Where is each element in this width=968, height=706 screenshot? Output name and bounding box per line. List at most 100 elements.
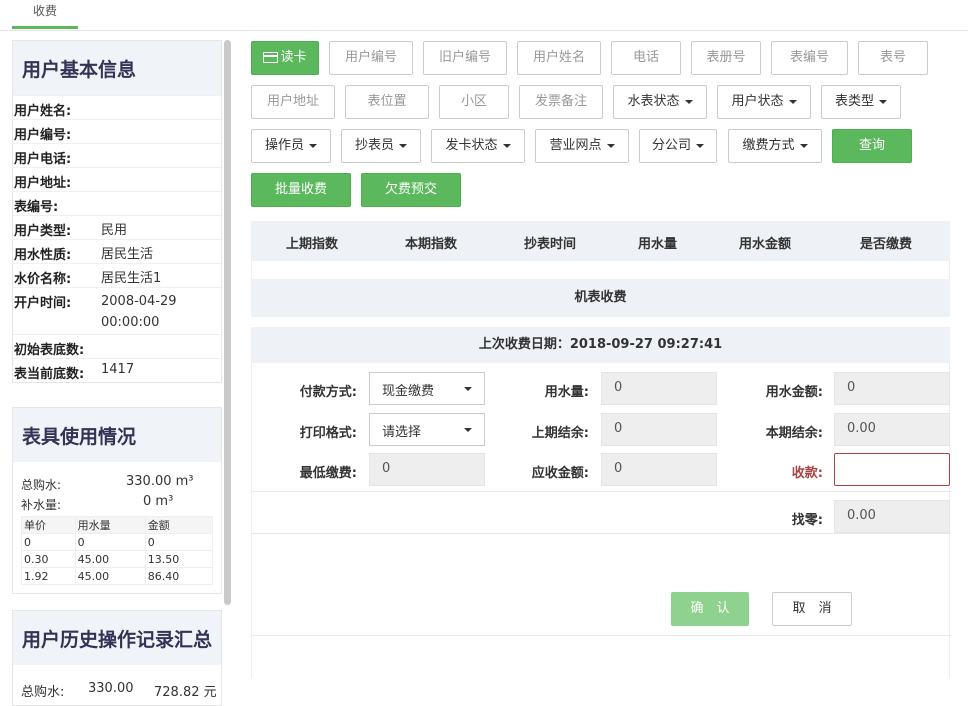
search-input[interactable]: 旧户编号: [423, 41, 507, 75]
usage-header: 金额: [144, 516, 214, 534]
form-divider: [252, 491, 951, 492]
usage-cell: 86.40: [144, 567, 214, 585]
usage-cell: 1.92: [21, 567, 76, 585]
filter-dropdown[interactable]: 用户状态: [717, 85, 811, 119]
chevron-down-icon: [309, 143, 317, 148]
table-row: 0 0 0: [21, 533, 214, 551]
usage-cell: 45.00: [74, 567, 146, 585]
print-format-select[interactable]: 请选择: [369, 413, 485, 446]
pay-method-label: 付款方式:: [299, 385, 357, 400]
chevron-down-icon: [696, 143, 704, 148]
col-prev-index: 上期指数: [286, 237, 339, 252]
meter-usage-title: 表具使用情况: [13, 408, 221, 462]
usage-table: 单价 用水量 金额 0 0 0 0.30 45.00 13.50 1.92 45…: [21, 516, 214, 585]
confirm-button[interactable]: 确 认: [671, 592, 749, 626]
search-input[interactable]: 表册号: [691, 41, 761, 75]
card-icon: [263, 52, 279, 63]
filter-dropdown[interactable]: 水表状态: [613, 85, 707, 119]
filter-dropdown[interactable]: 缴费方式: [728, 129, 822, 163]
search-input[interactable]: 用户编号: [329, 41, 413, 75]
search-input[interactable]: 电话: [611, 41, 681, 75]
chevron-down-icon: [502, 143, 511, 148]
usage-header: 单价: [21, 516, 76, 534]
filter-dropdown[interactable]: 分公司: [639, 129, 717, 163]
batch-charge-button[interactable]: 批量收费: [251, 173, 351, 207]
col-water-qty: 用水量: [638, 237, 678, 252]
info-row: 用户地址:: [13, 167, 221, 191]
sidebar-scrollbar[interactable]: [224, 40, 231, 605]
prepay-button[interactable]: 欠费预交: [361, 173, 461, 207]
tab-charge[interactable]: 收费: [12, 0, 78, 29]
info-label: 用水性质:: [14, 248, 72, 263]
print-format-label: 打印格式:: [299, 426, 357, 441]
info-row: 用水性质: 居民生活: [13, 239, 221, 263]
water-amount-label: 用水金额:: [765, 385, 823, 400]
min-pay-field[interactable]: 0: [369, 453, 485, 486]
filter-dropdown[interactable]: 操作员: [251, 129, 331, 163]
chevron-down-icon: [799, 143, 808, 148]
pay-method-select[interactable]: 现金缴费: [369, 372, 485, 405]
total-purchase-value: 330.00 m³: [126, 474, 194, 489]
info-row: 用户编号:: [13, 119, 221, 143]
info-value: 1417: [101, 362, 135, 377]
filter-dropdown[interactable]: 发卡状态: [431, 129, 525, 163]
usage-cell: 13.50: [144, 550, 214, 568]
info-row: 表当前底数: 1417: [13, 358, 221, 382]
due-amount-label: 应收金额:: [531, 466, 589, 481]
search-input[interactable]: 表号: [858, 41, 928, 75]
charge-form: 付款方式: 现金缴费 用水量: 0 用水金额: 0 打印格式: 请选择 上期结余…: [251, 363, 951, 678]
filter-dropdown[interactable]: 抄表员: [341, 129, 421, 163]
due-amount-field[interactable]: 0: [601, 453, 717, 486]
receive-input[interactable]: [834, 453, 950, 486]
cur-balance-field[interactable]: 0.00: [834, 413, 950, 446]
info-label: 用户地址:: [14, 176, 72, 191]
read-card-button[interactable]: 读卡: [251, 41, 319, 75]
info-label: 用户姓名:: [14, 104, 72, 119]
form-divider: [252, 635, 951, 636]
search-input[interactable]: 用户地址: [251, 85, 335, 119]
user-info-panel: 用户基本信息 用户姓名: 用户编号: 用户电话: 用户地址: 表编号: 用户类型: 民用 用水…: [12, 40, 222, 383]
tab-bar: 收费: [0, 0, 968, 31]
history-amount: 728.82 元: [154, 685, 217, 700]
col-water-amount: 用水金额: [739, 237, 792, 252]
search-input[interactable]: 发票备注: [519, 85, 603, 119]
prev-balance-field[interactable]: 0: [601, 413, 717, 446]
info-label: 表编号:: [14, 200, 59, 215]
info-label: 表当前底数:: [14, 367, 85, 382]
info-label: 用户编号:: [14, 128, 72, 143]
user-info-title: 用户基本信息: [13, 41, 221, 95]
usage-cell: 0: [144, 533, 214, 551]
history-qty: 330.00: [88, 681, 134, 696]
form-divider: [252, 533, 951, 534]
info-label: 开户时间:: [14, 296, 72, 311]
search-input[interactable]: 表位置: [345, 85, 429, 119]
info-row: 表编号:: [13, 191, 221, 215]
info-row: 用户类型: 民用: [13, 215, 221, 239]
search-input[interactable]: 小区: [439, 85, 509, 119]
change-field[interactable]: 0.00: [834, 500, 950, 533]
chevron-down-icon: [464, 428, 472, 432]
left-sidebar: 用户基本信息 用户姓名: 用户编号: 用户电话: 用户地址: 表编号: 用户类型: 民用 用水…: [12, 40, 222, 706]
info-row: 用户电话:: [13, 143, 221, 167]
table-row: 0.30 45.00 13.50: [21, 550, 214, 568]
info-label: 初始表底数:: [14, 343, 85, 358]
chevron-down-icon: [684, 99, 693, 104]
filter-dropdown[interactable]: 表类型: [821, 85, 901, 119]
search-input[interactable]: 用户姓名: [517, 41, 601, 75]
cancel-button[interactable]: 取 消: [772, 592, 852, 626]
water-qty-field[interactable]: 0: [601, 372, 717, 405]
history-label: 总购水:: [21, 685, 65, 700]
chevron-down-icon: [464, 387, 472, 391]
chevron-down-icon: [606, 143, 615, 148]
reading-grid-header: 上期指数 本期指数 抄表时间 用水量 用水金额 是否缴费: [251, 221, 950, 261]
grid-body: [251, 261, 950, 279]
filter-dropdown[interactable]: 营业网点: [535, 129, 629, 163]
query-button[interactable]: 查询: [832, 129, 912, 163]
min-pay-label: 最低缴费:: [299, 466, 357, 481]
total-purchase-label: 总购水:: [21, 478, 62, 492]
prev-balance-label: 上期结余:: [531, 426, 589, 441]
search-input[interactable]: 表编号: [771, 41, 848, 75]
history-panel: 用户历史操作记录汇总 总购水: 330.00 728.82 元: [12, 610, 222, 706]
water-amount-field[interactable]: 0: [834, 372, 950, 405]
usage-cell: 0.30: [21, 550, 76, 568]
